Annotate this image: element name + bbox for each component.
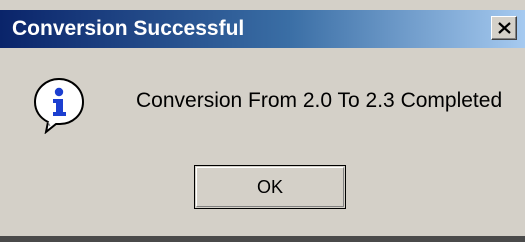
dialog-title: Conversion Successful — [12, 17, 245, 40]
close-button[interactable] — [491, 16, 517, 40]
ok-button-label: OK — [256, 177, 283, 197]
dialog-message: Conversion From 2.0 To 2.3 Completed — [136, 89, 503, 112]
info-icon — [33, 77, 85, 134]
conversion-dialog: Conversion Successful Conversion From 2.… — [0, 0, 525, 242]
close-icon — [498, 22, 511, 34]
ok-button[interactable]: OK — [194, 165, 346, 209]
title-bar[interactable]: Conversion Successful — [0, 10, 525, 48]
